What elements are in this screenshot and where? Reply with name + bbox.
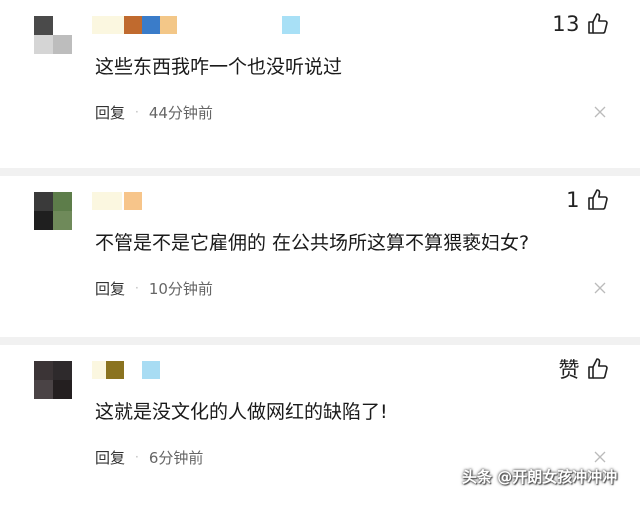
meta-separator: · bbox=[135, 281, 139, 295]
comment-time: 10分钟前 bbox=[148, 279, 213, 298]
divider bbox=[0, 337, 640, 345]
comment-text: 这就是没文化的人做网红的缺陷了! bbox=[95, 401, 388, 423]
username-block bbox=[92, 361, 106, 379]
like-button[interactable]: 13 bbox=[552, 10, 610, 38]
like-label: 赞 bbox=[558, 358, 580, 382]
comment-item: 13 这些东西我咋一个也没听说过 回复 · 44分钟前 bbox=[0, 0, 640, 168]
avatar-pixel bbox=[53, 380, 72, 399]
username-block bbox=[92, 192, 122, 210]
avatar-pixel bbox=[53, 192, 72, 211]
like-button[interactable]: 1 bbox=[566, 186, 610, 214]
comment-meta: 回复 · 6分钟前 bbox=[95, 446, 203, 468]
username-block bbox=[124, 192, 142, 210]
avatar-pixel bbox=[34, 361, 53, 380]
avatar-pixel bbox=[53, 211, 72, 230]
avatar-pixel bbox=[34, 16, 53, 35]
avatar[interactable] bbox=[34, 361, 72, 399]
username-block bbox=[124, 16, 142, 34]
username-block bbox=[160, 16, 177, 34]
close-icon[interactable] bbox=[594, 282, 606, 294]
avatar[interactable] bbox=[34, 16, 72, 54]
avatar-pixel bbox=[53, 35, 72, 54]
username-block bbox=[106, 361, 124, 379]
comment-text: 这些东西我咋一个也没听说过 bbox=[95, 56, 343, 78]
username-block bbox=[142, 361, 160, 379]
username-redacted[interactable] bbox=[92, 16, 312, 36]
comment-item: 赞 这就是没文化的人做网红的缺陷了! 回复 · 6分钟前 bbox=[0, 345, 640, 513]
comment-text: 不管是不是它雇佣的 在公共场所这算不算猥亵妇女? bbox=[95, 232, 530, 254]
comment-meta: 回复 · 44分钟前 bbox=[95, 101, 213, 123]
reply-button[interactable]: 回复 bbox=[95, 278, 125, 299]
thumbs-up-icon bbox=[588, 358, 608, 379]
divider bbox=[0, 168, 640, 176]
avatar[interactable] bbox=[34, 192, 72, 230]
username-block bbox=[142, 16, 160, 34]
comment-time: 6分钟前 bbox=[148, 448, 204, 467]
thumbs-up-icon bbox=[588, 13, 608, 34]
username-redacted[interactable] bbox=[92, 192, 312, 212]
comment-time: 44分钟前 bbox=[148, 103, 213, 122]
avatar-pixel bbox=[34, 380, 53, 399]
username-redacted[interactable] bbox=[92, 361, 312, 381]
meta-separator: · bbox=[135, 105, 139, 119]
avatar-pixel bbox=[34, 35, 53, 54]
watermark: 头条 @开朗女孩冲冲冲 bbox=[462, 468, 618, 486]
meta-separator: · bbox=[135, 450, 139, 464]
reply-button[interactable]: 回复 bbox=[95, 102, 125, 123]
comment-meta: 回复 · 10分钟前 bbox=[95, 277, 213, 299]
like-button[interactable]: 赞 bbox=[559, 355, 611, 383]
thumbs-up-icon bbox=[588, 189, 608, 210]
close-icon[interactable] bbox=[594, 451, 606, 463]
avatar-pixel bbox=[53, 361, 72, 380]
like-count: 13 bbox=[552, 12, 580, 36]
username-block bbox=[92, 16, 124, 34]
avatar-pixel bbox=[34, 211, 53, 230]
like-count: 1 bbox=[566, 188, 580, 212]
reply-button[interactable]: 回复 bbox=[95, 447, 125, 468]
comment-item: 1 不管是不是它雇佣的 在公共场所这算不算猥亵妇女? 回复 · 10分钟前 bbox=[0, 176, 640, 344]
avatar-pixel bbox=[34, 192, 53, 211]
username-block bbox=[282, 16, 300, 34]
close-icon[interactable] bbox=[594, 106, 606, 118]
avatar-pixel bbox=[53, 16, 72, 35]
